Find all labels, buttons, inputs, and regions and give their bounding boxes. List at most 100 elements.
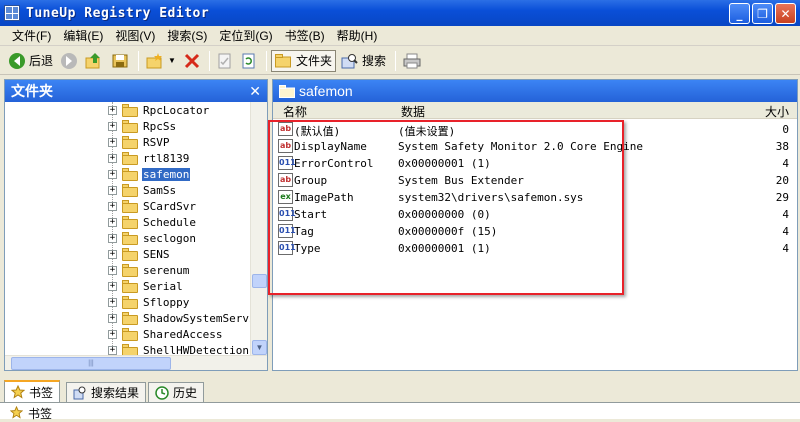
tree-item-label: ShadowSystemServic (143, 311, 251, 325)
menu-help[interactable]: 帮助(H) (331, 26, 384, 46)
value-type-icon: 011 (278, 207, 296, 221)
value-row[interactable]: 011 Type 0x00000001 (1) 4 (273, 240, 797, 257)
column-name-header[interactable]: 名称 (283, 103, 307, 120)
expand-icon[interactable]: + (108, 153, 117, 163)
value-row[interactable]: ab DisplayName System Safety Monitor 2.0 C… (273, 138, 797, 155)
new-key-button[interactable]: ▼ (143, 50, 179, 72)
tree-item[interactable]: + serenum (5, 262, 251, 278)
value-row[interactable]: ab Group System Bus Extender 20 (273, 172, 797, 189)
expand-icon[interactable]: + (108, 249, 117, 259)
minimize-button[interactable]: _ (729, 3, 750, 24)
expand-icon[interactable]: + (108, 185, 117, 195)
tree-horizontal-scrollbar[interactable]: ||| (5, 355, 267, 370)
scroll-down-icon[interactable]: ▼ (252, 340, 267, 355)
menu-goto[interactable]: 定位到(G) (213, 26, 278, 46)
folder-icon (122, 151, 139, 165)
printer-icon (403, 53, 421, 68)
expand-icon[interactable]: + (108, 329, 117, 339)
tree-scroll-thumb[interactable] (252, 274, 267, 288)
menu-file[interactable]: 文件(F) (6, 26, 57, 46)
value-size: 4 (782, 242, 789, 255)
forward-button[interactable] (58, 50, 80, 72)
expand-icon[interactable]: + (108, 313, 117, 323)
tab-history-label: 历史 (173, 386, 198, 400)
tree-item[interactable]: + RpcSs (5, 118, 251, 134)
print-button[interactable] (400, 50, 424, 72)
back-button[interactable]: 后退 (6, 50, 56, 72)
value-name: ErrorControl (294, 157, 374, 170)
folders-button[interactable]: 文件夹 (270, 49, 336, 72)
tree-item[interactable]: + SCardSvr (5, 198, 251, 214)
value-row[interactable]: 011 Tag 0x0000000f (15) 4 (273, 223, 797, 240)
tree-item[interactable]: + ShellHWDetection (5, 342, 251, 356)
menu-search[interactable]: 搜索(S) (161, 26, 213, 46)
new-folder-icon (146, 52, 163, 68)
tree-item[interactable]: + SENS (5, 246, 251, 262)
menu-view[interactable]: 视图(V) (109, 26, 161, 46)
tree-vertical-scrollbar[interactable]: ▼ (250, 102, 267, 356)
tree-item[interactable]: + SharedAccess (5, 326, 251, 342)
column-size-header[interactable]: 大小 (765, 103, 789, 120)
value-name: Tag (294, 225, 314, 238)
expand-icon[interactable]: + (108, 345, 117, 355)
dropdown-arrow-icon[interactable]: ▼ (168, 56, 176, 65)
star-icon (10, 406, 23, 419)
tree-item[interactable]: + ShadowSystemServic (5, 310, 251, 326)
tree-item[interactable]: + rtl8139 (5, 150, 251, 166)
expand-icon[interactable]: + (108, 105, 117, 115)
bookmarks-panel-title: 书签 (28, 407, 53, 421)
window-title: TuneUp Registry Editor (26, 5, 210, 21)
tree-item-label: RpcLocator (143, 103, 210, 117)
menu-bookmarks[interactable]: 书签(B) (279, 26, 331, 46)
column-data-header[interactable]: 数据 (401, 103, 425, 120)
value-row[interactable]: ex ImagePath system32\drivers\safemon.sys 2… (273, 189, 797, 206)
tree-item[interactable]: + Sfloppy (5, 294, 251, 310)
folder-icon (122, 263, 139, 277)
up-folder-icon (85, 52, 101, 68)
expand-icon[interactable]: + (108, 201, 117, 211)
tree-item[interactable]: + Schedule (5, 214, 251, 230)
close-button[interactable]: ✕ (775, 3, 796, 24)
search-button[interactable]: 搜索 (338, 50, 389, 72)
expand-icon[interactable]: + (108, 137, 117, 147)
values-column-header: 名称 数据 大小 (273, 102, 797, 119)
tree-item[interactable]: + SamSs (5, 182, 251, 198)
maximize-button[interactable]: ❐ (752, 3, 773, 24)
delete-button[interactable] (181, 50, 203, 72)
expand-icon[interactable]: + (108, 297, 117, 307)
tab-search-results[interactable]: 搜索结果 (66, 382, 147, 402)
tree-hscroll-thumb[interactable]: ||| (11, 357, 171, 370)
expand-icon[interactable]: + (108, 169, 117, 179)
value-data: system32\drivers\safemon.sys (398, 191, 584, 204)
expand-icon[interactable]: + (108, 281, 117, 291)
tree-item[interactable]: + Serial (5, 278, 251, 294)
back-label: 后退 (29, 54, 54, 68)
tab-bookmarks[interactable]: 书签 (4, 380, 61, 402)
expand-icon[interactable]: + (108, 217, 117, 227)
tree-item-label: Schedule (143, 215, 196, 229)
value-row[interactable]: ab (默认值) (值未设置) 0 (273, 121, 797, 138)
tree-item[interactable]: + safemon (5, 166, 251, 182)
expand-icon[interactable]: + (108, 121, 117, 131)
tree-item[interactable]: + seclogon (5, 230, 251, 246)
value-type-icon: 011 (278, 224, 296, 238)
value-row[interactable]: 011 Start 0x00000000 (0) 4 (273, 206, 797, 223)
tree-item-label: Sfloppy (143, 295, 190, 309)
refresh-button[interactable] (238, 50, 260, 72)
properties-button[interactable] (214, 50, 236, 72)
app-icon (4, 5, 20, 21)
up-level-button[interactable] (82, 50, 106, 72)
value-row[interactable]: 011 ErrorControl 0x00000001 (1) 4 (273, 155, 797, 172)
forward-arrow-icon (61, 52, 78, 69)
tree-item[interactable]: + RpcLocator (5, 102, 251, 118)
expand-icon[interactable]: + (108, 233, 117, 243)
value-data: 0x00000001 (1) (398, 157, 491, 170)
tree-item[interactable]: + RSVP (5, 134, 251, 150)
folder-icon (122, 311, 139, 325)
tab-history[interactable]: 历史 (148, 382, 205, 402)
menu-edit[interactable]: 编辑(E) (57, 26, 109, 46)
expand-icon[interactable]: + (108, 265, 117, 275)
folder-icon (122, 295, 139, 309)
close-panel-icon[interactable]: ✕ (249, 80, 261, 102)
save-button[interactable] (108, 50, 132, 72)
